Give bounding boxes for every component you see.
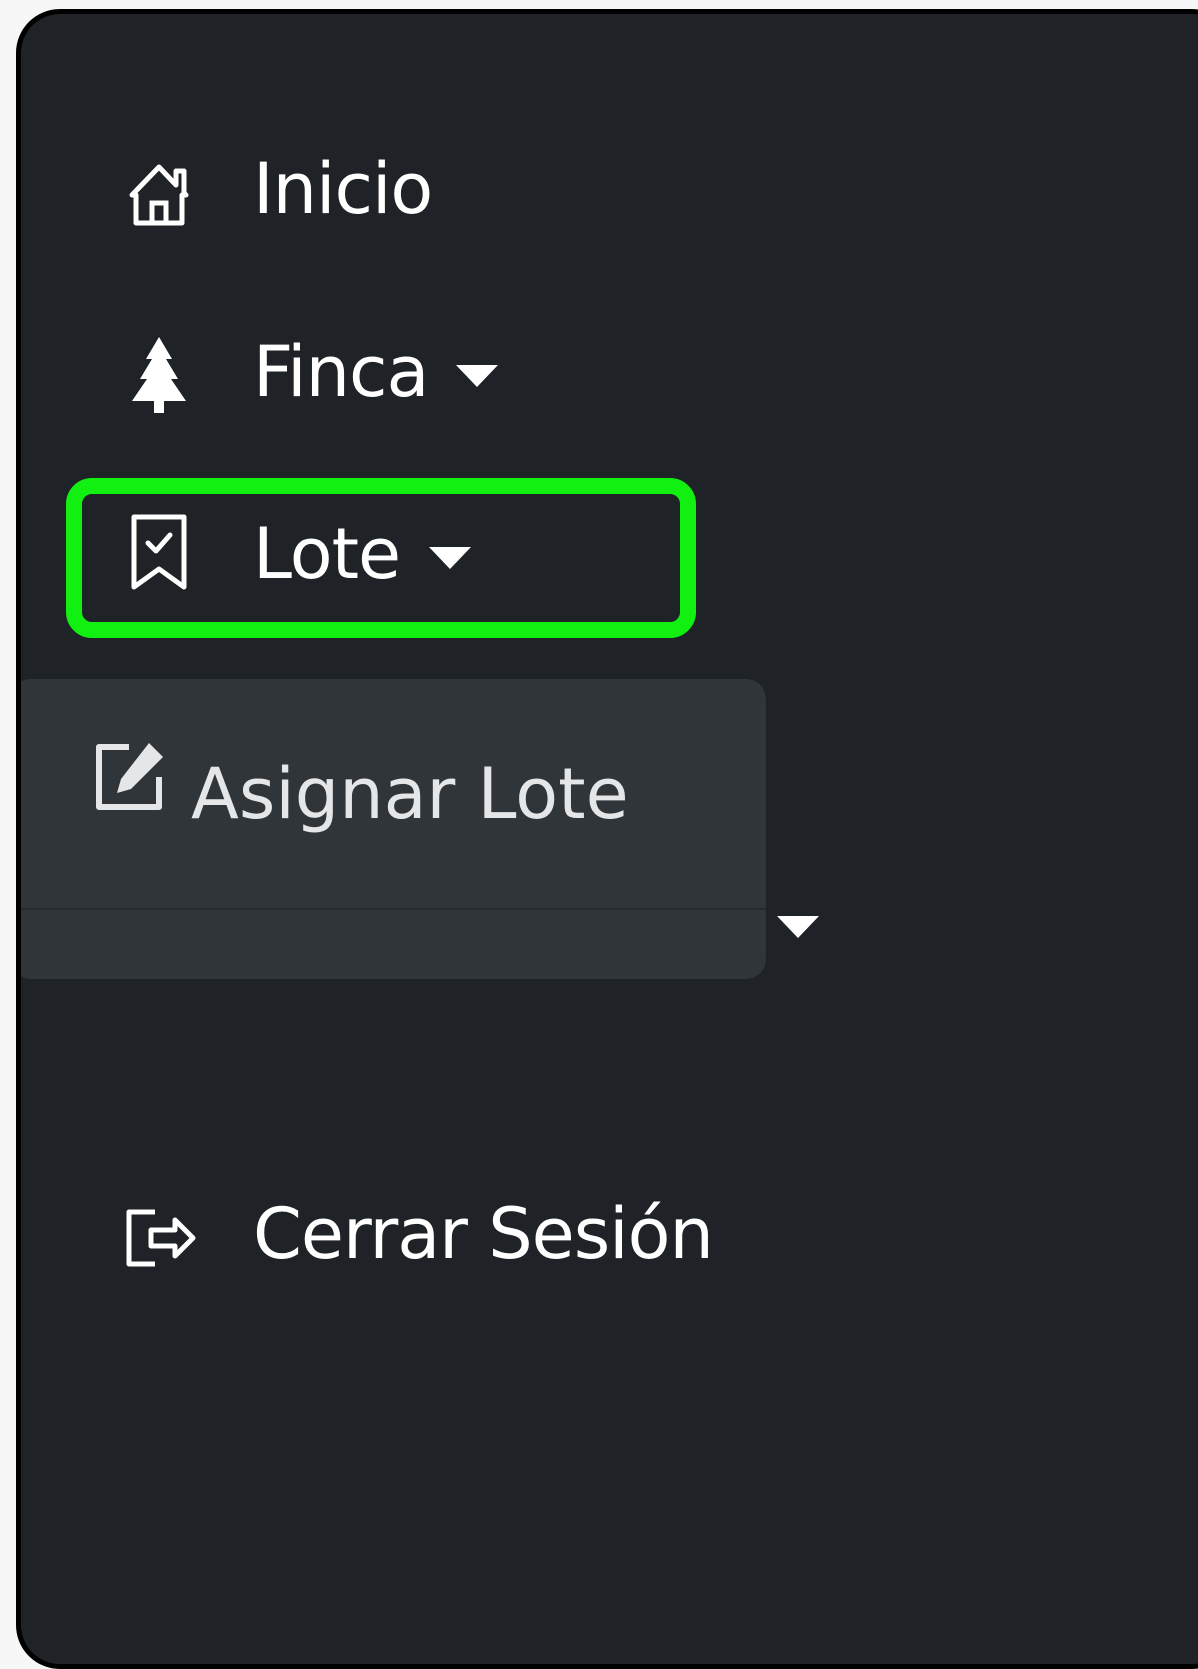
tree-icon — [124, 335, 194, 415]
bookmark-check-icon — [124, 513, 194, 593]
sidebar-panel: Inicio Finca Lote Asignar Lote Cerrar Se… — [16, 9, 1198, 1669]
sidebar-item-finca[interactable]: Finca — [21, 327, 541, 427]
logout-icon — [121, 1197, 201, 1277]
dropdown-item-label: Asignar Lote — [191, 753, 629, 835]
edit-icon — [89, 737, 169, 817]
sidebar-item-label: Finca — [253, 331, 429, 413]
dropdown-divider — [21, 908, 766, 910]
chevron-down-icon — [456, 365, 498, 387]
dropdown-item-asignar-lote[interactable]: Asignar Lote — [21, 679, 766, 907]
sidebar-item-label: Cerrar Sesión — [253, 1193, 714, 1275]
sidebar-item-lote[interactable]: Lote — [21, 509, 541, 609]
sidebar-item-label: Lote — [253, 513, 401, 595]
chevron-down-icon — [777, 916, 819, 938]
sidebar-item-label: Inicio — [253, 148, 433, 230]
sidebar-item-cerrar-sesion[interactable]: Cerrar Sesión — [21, 1189, 721, 1289]
house-icon — [124, 154, 194, 234]
lote-dropdown-menu: Asignar Lote — [21, 679, 766, 979]
sidebar-item-inicio[interactable]: Inicio — [21, 144, 521, 244]
chevron-down-icon — [429, 547, 471, 569]
